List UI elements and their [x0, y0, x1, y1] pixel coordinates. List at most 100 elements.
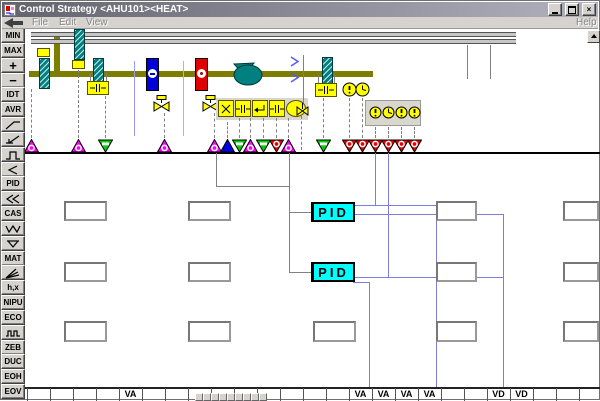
- instrument-multiply[interactable]: [218, 100, 234, 117]
- window-title: Control Strategy <AHU101><HEAT>: [19, 4, 545, 15]
- tool-valley-icon[interactable]: [1, 236, 25, 251]
- tool-ramp-down-icon[interactable]: [1, 132, 25, 147]
- duct-tick: [467, 45, 468, 79]
- strategy-box[interactable]: [563, 201, 599, 221]
- tool-pulse-icon[interactable]: [1, 325, 25, 340]
- tool-pid[interactable]: PID: [1, 176, 25, 191]
- menu-view[interactable]: View: [86, 17, 108, 28]
- tool-idt[interactable]: IDT: [1, 87, 25, 102]
- instrument-sensor-a[interactable]: [235, 100, 251, 117]
- cooling-coil-symbol: [148, 69, 157, 78]
- tool-step-icon[interactable]: [1, 147, 25, 162]
- restore-icon: [568, 6, 576, 14]
- io-point-analog-output[interactable]: [316, 139, 331, 158]
- tool-eco[interactable]: ECO: [1, 310, 25, 325]
- scroll-up-button[interactable]: [587, 30, 600, 43]
- tool-compare-icon[interactable]: [1, 162, 25, 177]
- strategy-box[interactable]: [563, 262, 599, 282]
- tool-fan-curves-icon[interactable]: [1, 265, 25, 280]
- terminal-type-label: VD: [487, 389, 510, 399]
- strategy-box[interactable]: [188, 201, 231, 221]
- strategy-box[interactable]: [436, 262, 477, 282]
- instrument-return[interactable]: [252, 100, 268, 117]
- connection-wire: [353, 214, 503, 215]
- io-point-alarm-point[interactable]: [407, 139, 422, 158]
- heating-coil-symbol: [197, 69, 206, 78]
- tool-max[interactable]: MAX: [1, 43, 25, 58]
- strategy-box[interactable]: [313, 321, 356, 342]
- tool-eoh[interactable]: EOH: [1, 369, 25, 384]
- exhaust-damper[interactable]: [74, 29, 85, 60]
- terminal-cell-divider: [579, 388, 580, 401]
- tool-cas[interactable]: CAS: [1, 206, 25, 221]
- io-point-analog-input[interactable]: [281, 139, 296, 158]
- close-button[interactable]: ×: [582, 3, 596, 16]
- tool-min[interactable]: MIN: [1, 28, 25, 43]
- title-bar[interactable]: Control Strategy <AHU101><HEAT> ×: [2, 2, 598, 17]
- connection-wire: [353, 282, 369, 283]
- terminal-type-label: VA: [395, 389, 418, 399]
- terminal-cell-divider: [73, 388, 74, 401]
- cooling-valve[interactable]: [153, 95, 170, 112]
- strategy-box[interactable]: [563, 321, 599, 342]
- tool-hx[interactable]: h,x: [1, 280, 25, 295]
- io-point-analog-input[interactable]: [157, 139, 172, 158]
- tool-zeb[interactable]: ZEB: [1, 340, 25, 355]
- supply-fan[interactable]: [230, 61, 264, 87]
- duct-wall-upper: [31, 32, 516, 37]
- menu-file[interactable]: File: [32, 17, 48, 28]
- restore-button[interactable]: [565, 3, 579, 16]
- menu-bar: File Edit View Help: [2, 17, 598, 29]
- sensor-link: [349, 98, 350, 138]
- terminal-cell-divider: [50, 388, 51, 401]
- alarm-clock-icon[interactable]: [382, 106, 395, 124]
- tool-minus[interactable]: −: [1, 73, 25, 88]
- outdoor-damper[interactable]: [39, 58, 50, 89]
- strategy-box[interactable]: [64, 201, 107, 221]
- connection-wire: [353, 277, 503, 278]
- strategy-box[interactable]: [64, 262, 107, 282]
- terminal-type-label: VA: [418, 389, 441, 399]
- connection-wire: [503, 214, 504, 387]
- sensor-link: [276, 118, 277, 138]
- close-icon: ×: [587, 6, 592, 14]
- strategy-box[interactable]: [436, 321, 477, 342]
- terminal-cell-divider: [27, 388, 28, 401]
- tool-mat[interactable]: MAT: [1, 251, 25, 266]
- strategy-box[interactable]: [188, 321, 231, 342]
- alarm-exclaim-icon[interactable]: [369, 106, 382, 124]
- alarm-exclaim-icon[interactable]: [395, 106, 408, 124]
- damper-actuator[interactable]: [37, 48, 50, 57]
- tool-ramp-up-icon[interactable]: [1, 117, 25, 132]
- pressure-sensor-2[interactable]: [315, 83, 337, 97]
- strategy-box[interactable]: [64, 321, 107, 342]
- minimize-icon: [552, 12, 558, 14]
- terminal-cell-divider: [556, 388, 557, 401]
- pressure-sensor-1[interactable]: [87, 81, 109, 95]
- tool-nipu[interactable]: NIPU: [1, 295, 25, 310]
- damper-actuator[interactable]: [72, 60, 85, 69]
- tool-eov[interactable]: EOV: [1, 384, 25, 399]
- io-point-analog-input[interactable]: [24, 139, 39, 158]
- io-point-analog-input[interactable]: [71, 139, 86, 158]
- capacitor-icon: [236, 103, 250, 115]
- tool-duc[interactable]: DUC: [1, 354, 25, 369]
- tool-chevrons-left-icon[interactable]: [1, 191, 25, 206]
- menu-edit[interactable]: Edit: [59, 17, 76, 28]
- terminal-cell-divider: [165, 388, 166, 401]
- terminal-cell-divider: [441, 388, 442, 401]
- tool-plus[interactable]: +: [1, 58, 25, 73]
- io-point-analog-output[interactable]: [98, 139, 113, 158]
- pid-block[interactable]: PID: [311, 202, 355, 222]
- alarm-clock-icon[interactable]: [355, 82, 370, 102]
- pid-block[interactable]: PID: [311, 262, 355, 282]
- menu-help[interactable]: Help: [576, 17, 597, 28]
- alarm-exclaim-icon[interactable]: [408, 106, 421, 124]
- duct-sensor-valve[interactable]: [296, 103, 309, 116]
- strategy-box[interactable]: [436, 201, 477, 221]
- instrument-sensor-b[interactable]: [269, 100, 285, 117]
- minimize-button[interactable]: [548, 3, 562, 16]
- tool-double-valley-icon[interactable]: [1, 221, 25, 236]
- strategy-box[interactable]: [188, 262, 231, 282]
- tool-avr[interactable]: AVR: [1, 102, 25, 117]
